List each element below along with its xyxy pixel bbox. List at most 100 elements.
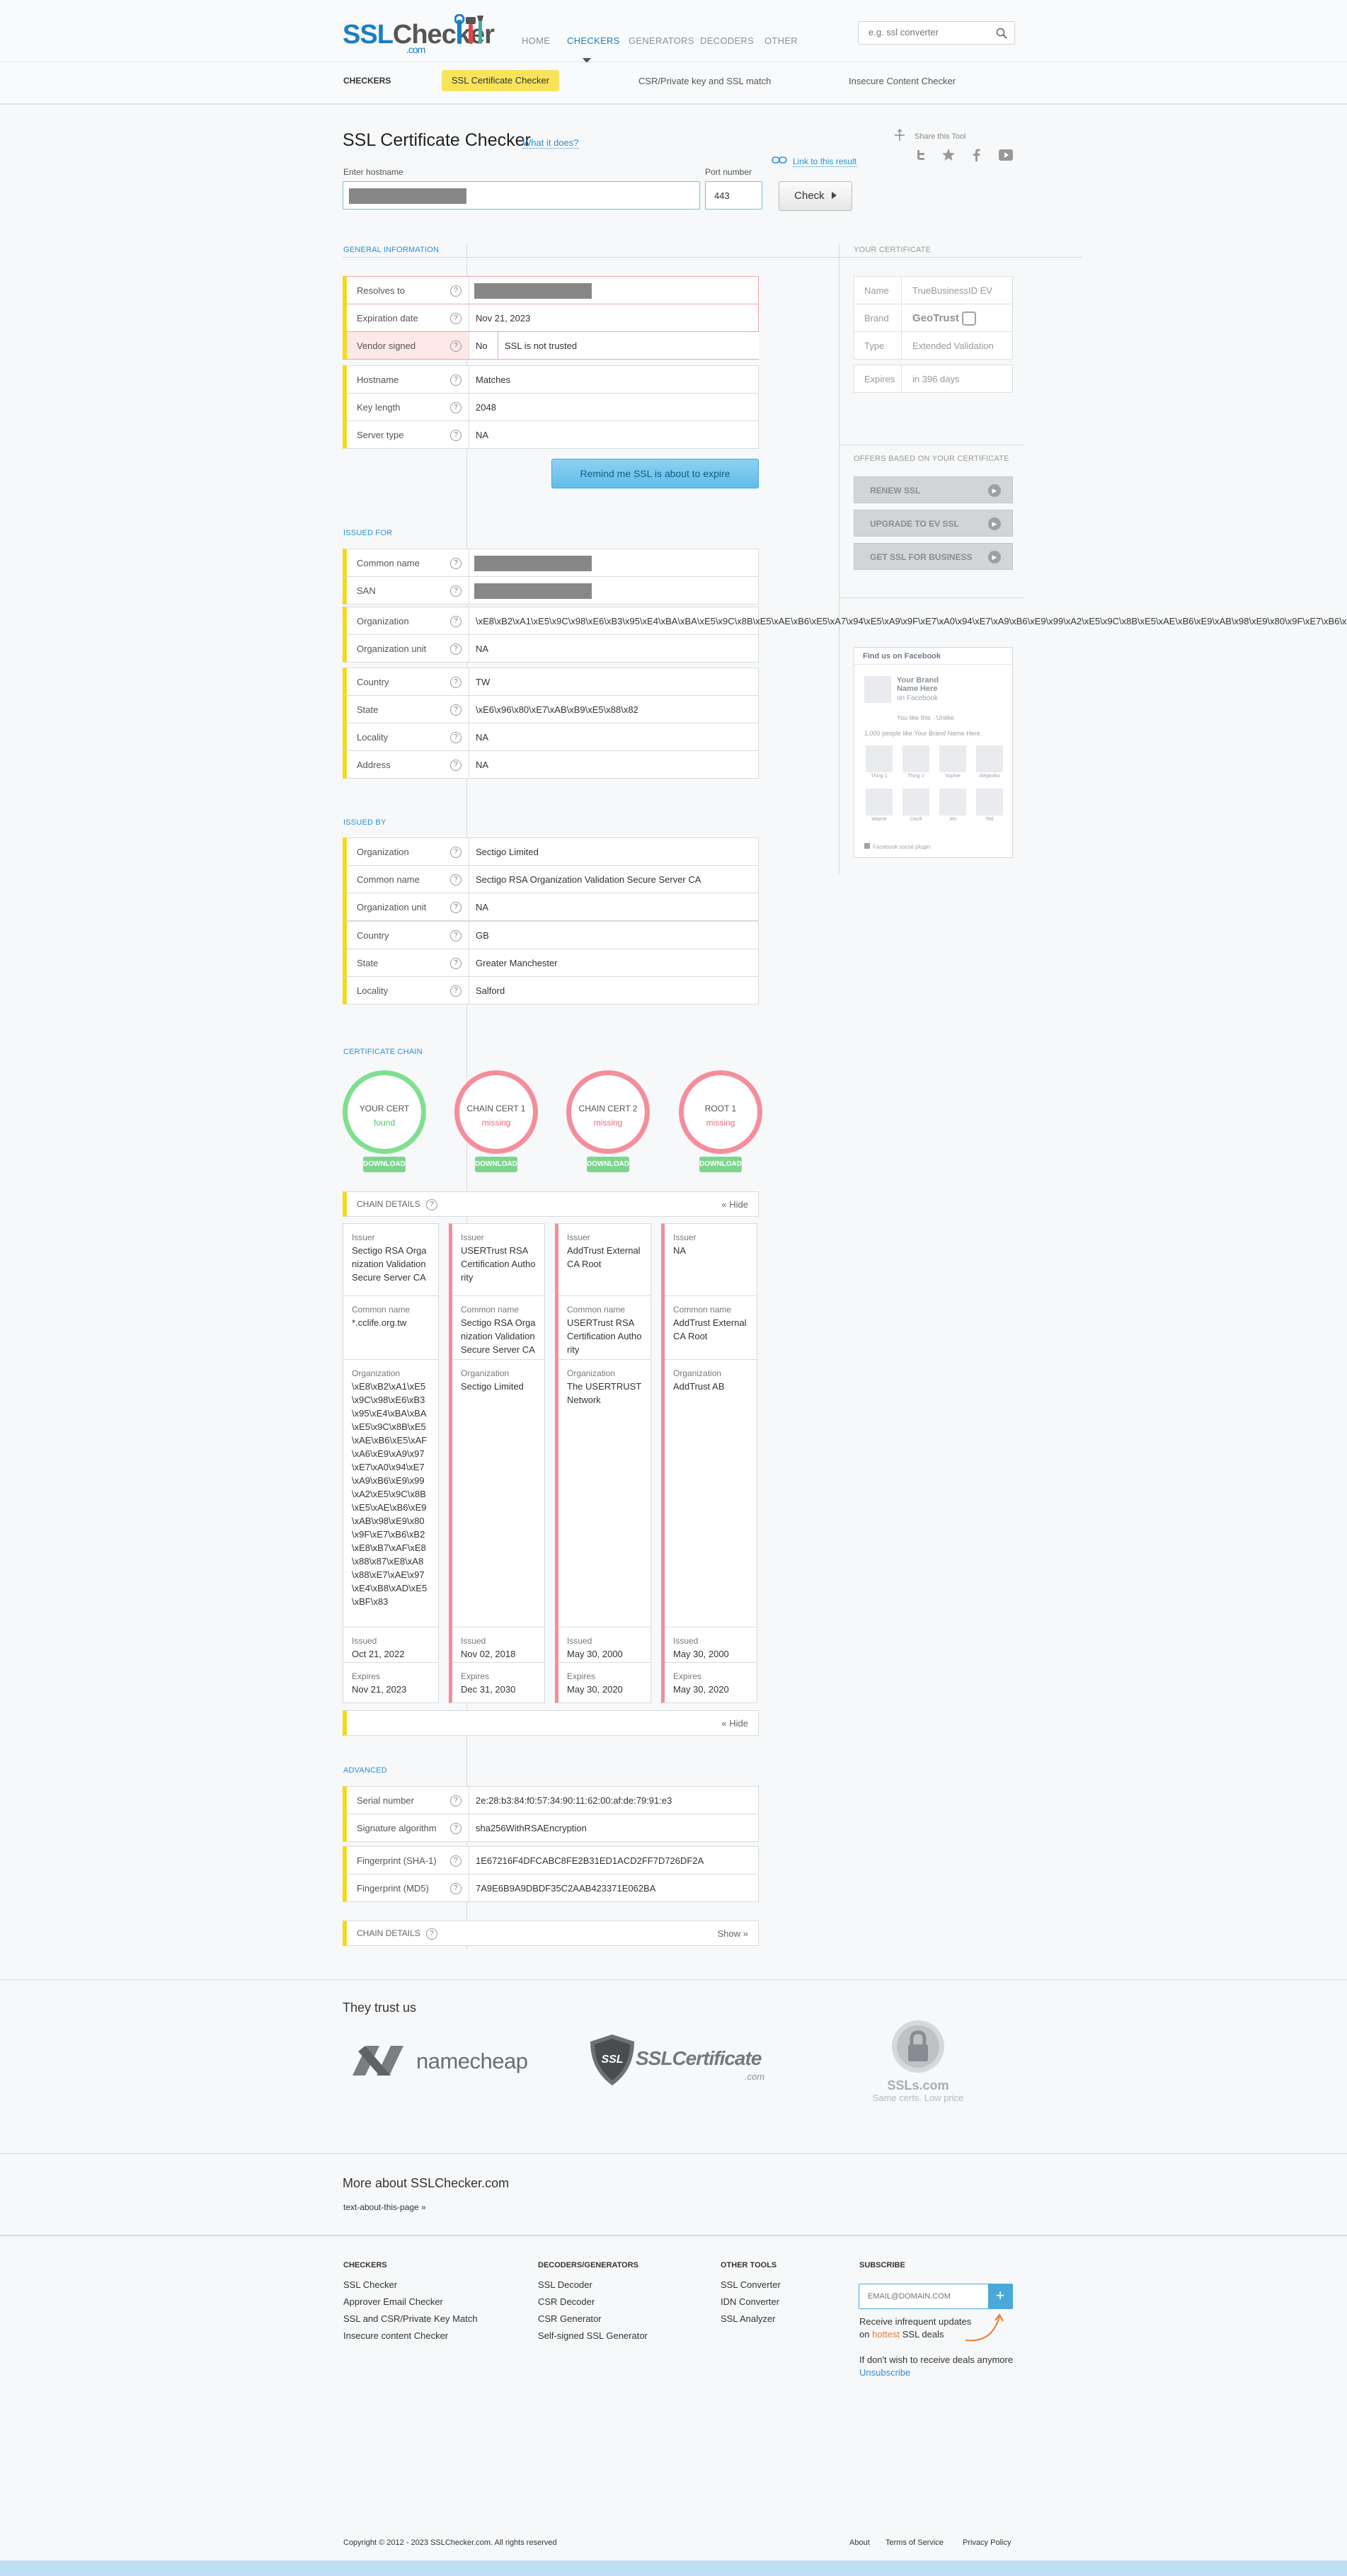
remind-expire-button[interactable]: Remind me SSL is about to expire	[551, 459, 759, 488]
help-icon[interactable]: ?	[450, 285, 462, 297]
chain-node-status: missing	[481, 1118, 511, 1128]
help-icon[interactable]: ?	[450, 1795, 462, 1807]
footer-link[interactable]: Self-signed SSL Generator	[538, 2330, 648, 2341]
row-label: Server type	[357, 430, 404, 440]
youtube-icon[interactable]	[999, 149, 1013, 161]
facebook-widget[interactable]: Find us on Facebook Your Brand Name Here…	[854, 647, 1013, 858]
cell-value: \xE8\xB2\xA1\xE5\x9C\x98\xE6\xB3\x95\xE4…	[352, 1381, 428, 1607]
chain-details-footer-bar[interactable]: « Hide	[343, 1710, 759, 1736]
footer-link[interactable]: Insecure content Checker	[343, 2330, 448, 2341]
download-button[interactable]: DOWNLOAD	[363, 1157, 406, 1172]
help-icon[interactable]: ?	[450, 985, 462, 997]
tab-csr-key-match[interactable]: CSR/Private key and SSL match	[638, 76, 771, 86]
help-icon[interactable]: ?	[450, 374, 462, 386]
help-icon[interactable]: ?	[450, 930, 462, 941]
footer-link[interactable]: CSR Generator	[538, 2313, 602, 2324]
footer-privacy-link[interactable]: Privacy Policy	[963, 2538, 1011, 2547]
hide-toggle[interactable]: « Hide	[721, 1718, 748, 1729]
download-button[interactable]: DOWNLOAD	[699, 1157, 742, 1172]
help-icon[interactable]: ?	[450, 313, 462, 324]
help-icon[interactable]: ?	[450, 616, 462, 627]
port-field[interactable]	[705, 181, 762, 210]
star-icon[interactable]	[942, 149, 955, 161]
copyright: Copyright © 2012 - 2023 SSLChecker.com. …	[343, 2538, 557, 2547]
unsubscribe-link[interactable]: Unsubscribe	[859, 2367, 910, 2378]
nav-home[interactable]: HOME	[522, 35, 550, 46]
chain-details-collapsed-bar[interactable]: CHAIN DETAILS? Show »	[343, 1920, 759, 1946]
footer-link[interactable]: SSL Checker	[343, 2279, 397, 2290]
link-to-result[interactable]: Link to this result	[793, 156, 857, 167]
nav-generators[interactable]: GENERATORS	[629, 35, 694, 46]
help-icon[interactable]: ?	[450, 732, 462, 743]
nav-other[interactable]: OTHER	[764, 35, 798, 46]
fb-friend-avatar	[976, 745, 1003, 772]
help-icon[interactable]: ?	[450, 874, 462, 886]
row-value: Sectigo Limited	[476, 847, 539, 857]
more-link[interactable]: text-about-this-page »	[343, 2202, 426, 2212]
help-icon[interactable]: ?	[450, 902, 462, 913]
help-icon[interactable]: ?	[450, 1883, 462, 1894]
footer-link[interactable]: SSL and CSR/Private Key Match	[343, 2313, 478, 2324]
logo-part1: SSL	[343, 20, 394, 50]
help-icon[interactable]: ?	[450, 958, 462, 969]
help-icon[interactable]: ?	[450, 677, 462, 688]
offer-upgrade-ev[interactable]: UPGRADE TO EV SSL ▶	[854, 510, 1013, 537]
info-row: Country? TW	[343, 668, 759, 696]
download-button[interactable]: DOWNLOAD	[475, 1157, 517, 1172]
sslcertificate-logo[interactable]: SSL SSLCertificate .com	[587, 2032, 774, 2088]
show-toggle[interactable]: Show »	[718, 1928, 748, 1939]
help-icon[interactable]: ?	[450, 1855, 462, 1867]
port-input[interactable]	[706, 182, 762, 209]
subscribe-form[interactable]: +	[859, 2284, 1013, 2309]
footer-link[interactable]: CSR Decoder	[538, 2296, 595, 2307]
tab-insecure-content[interactable]: Insecure Content Checker	[849, 76, 956, 86]
help-icon[interactable]: ?	[450, 704, 462, 716]
offer-label: RENEW SSL	[870, 486, 921, 496]
nav-checkers[interactable]: CHECKERS	[567, 35, 620, 46]
subscribe-plus-button[interactable]: +	[988, 2284, 1012, 2308]
help-icon[interactable]: ?	[450, 340, 462, 352]
share-icon	[895, 129, 905, 141]
help-icon[interactable]: ?	[426, 1928, 437, 1940]
row-value: Salford	[476, 985, 505, 996]
hide-toggle[interactable]: « Hide	[721, 1199, 748, 1210]
search-box[interactable]	[858, 21, 1015, 45]
fb-friend-name: Alejandro	[979, 774, 1000, 779]
cell-key: Expires	[461, 1671, 490, 1681]
fb-friend: Cecili	[901, 789, 931, 822]
help-icon[interactable]: ?	[450, 1823, 462, 1834]
hostname-field[interactable]	[343, 181, 700, 210]
footer-link[interactable]: SSL Analyzer	[721, 2313, 776, 2324]
help-icon[interactable]: ?	[426, 1199, 437, 1210]
footer-terms-link[interactable]: Terms of Service	[885, 2538, 944, 2547]
search-icon[interactable]	[996, 28, 1007, 39]
footer-link[interactable]: SSL Converter	[721, 2279, 781, 2290]
twitter-icon[interactable]	[915, 149, 927, 161]
info-row: Serial number? 2e:28:b3:84:f0:57:34:90:11…	[343, 1786, 759, 1814]
footer-about-link[interactable]: About	[849, 2538, 870, 2547]
ssls-logo[interactable]: SSLs.com Same certs. Low price	[865, 2019, 971, 2104]
facebook-icon[interactable]	[972, 149, 980, 161]
footer-link[interactable]: SSL Decoder	[538, 2279, 592, 2290]
footer-link[interactable]: IDN Converter	[721, 2296, 779, 2307]
help-icon[interactable]: ?	[450, 558, 462, 569]
nav-decoders[interactable]: DECODERS	[700, 35, 754, 46]
check-button[interactable]: Check	[779, 181, 852, 211]
download-button[interactable]: DOWNLOAD	[587, 1157, 629, 1172]
offer-renew-ssl[interactable]: RENEW SSL ▶	[854, 476, 1013, 503]
namecheap-logo[interactable]: namecheap	[348, 2042, 532, 2080]
help-icon[interactable]: ?	[450, 402, 462, 413]
help-icon[interactable]: ?	[450, 847, 462, 858]
help-icon[interactable]: ?	[450, 585, 462, 597]
help-icon[interactable]: ?	[450, 430, 462, 441]
offer-ssl-business[interactable]: GET SSL FOR BUSINESS ▶	[854, 543, 1013, 570]
search-input[interactable]	[869, 27, 989, 38]
what-it-does-link[interactable]: What it does?	[522, 137, 579, 149]
chain-details-bar[interactable]: CHAIN DETAILS? « Hide	[343, 1191, 759, 1217]
footer-link[interactable]: Approver Email Checker	[343, 2296, 443, 2307]
tab-ssl-certificate-checker[interactable]: SSL Certificate Checker	[442, 70, 559, 91]
email-field[interactable]	[859, 2284, 988, 2308]
help-icon[interactable]: ?	[450, 760, 462, 771]
row-value: sha256WithRSAEncryption	[476, 1823, 587, 1833]
help-icon[interactable]: ?	[450, 643, 462, 655]
